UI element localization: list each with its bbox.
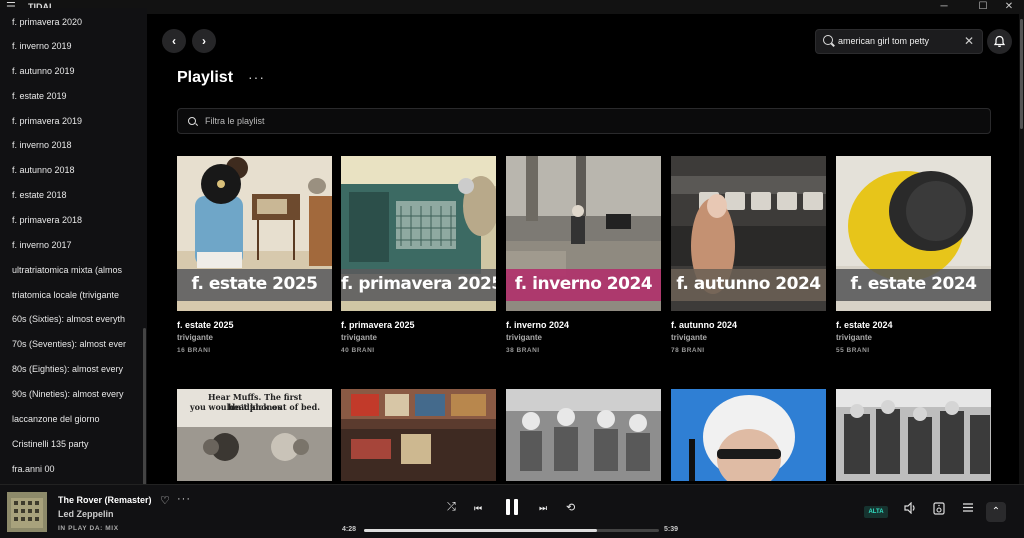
- repeat-icon[interactable]: ⟲: [566, 501, 575, 514]
- cover-title-text: f. estate 2025: [191, 274, 318, 294]
- playlist-owner[interactable]: trivigante: [177, 333, 213, 342]
- search-input[interactable]: american girl tom petty ✕: [815, 29, 983, 54]
- sidebar-playlist-item[interactable]: f. inverno 2018: [12, 139, 140, 151]
- sidebar-playlist-item[interactable]: f. inverno 2019: [12, 40, 140, 52]
- sidebar-playlist-item[interactable]: 80s (Eighties): almost every: [12, 363, 140, 375]
- sidebar-playlist-item[interactable]: f. autunno 2018: [12, 164, 140, 176]
- sidebar-playlist-item[interactable]: f. primavera 2020: [12, 16, 140, 28]
- minimize-button[interactable]: ─: [929, 0, 959, 14]
- previous-track-icon[interactable]: ⏮: [474, 503, 482, 514]
- search-icon: [188, 117, 196, 125]
- search-icon: [823, 35, 833, 45]
- playlist-cover[interactable]: f. autunno 2024: [671, 156, 826, 311]
- sidebar-scrollbar[interactable]: [143, 328, 146, 484]
- sidebar-playlist-item[interactable]: f. inverno 2017: [12, 239, 140, 251]
- playlist-cover[interactable]: f. estate 2025: [177, 156, 332, 311]
- volume-icon[interactable]: [904, 501, 917, 517]
- elapsed-time: 4:28: [342, 526, 357, 533]
- playlist-cover[interactable]: f. inverno 2024: [506, 156, 661, 311]
- clear-search-icon[interactable]: ✕: [964, 34, 974, 48]
- sidebar-playlist-item[interactable]: f. estate 2018: [12, 189, 140, 201]
- expand-player-button[interactable]: ⌃: [986, 502, 1006, 522]
- playlist-owner[interactable]: trivigante: [506, 333, 542, 342]
- playlist-track-count: 55 BRANI: [836, 347, 870, 354]
- playlist-name[interactable]: f. primavera 2025: [341, 320, 415, 330]
- playlist-owner[interactable]: trivigante: [836, 333, 872, 342]
- main-scrollbar-thumb[interactable]: [1020, 19, 1023, 129]
- player-bar: The Rover (Remaster) Led Zeppelin IN PLA…: [0, 484, 1024, 538]
- forward-button[interactable]: ›: [192, 29, 216, 53]
- playlist-cover[interactable]: Hear Muffs. The first headphones you wou…: [177, 389, 332, 481]
- playlist-track-count: 16 BRANI: [177, 347, 211, 354]
- track-title[interactable]: The Rover (Remaster): [58, 495, 152, 505]
- cover-title-text: f. estate 2024: [850, 274, 977, 294]
- track-options-button[interactable]: ···: [177, 493, 191, 505]
- playlist-name[interactable]: f. inverno 2024: [506, 320, 569, 330]
- quality-badge[interactable]: ALTA: [864, 506, 888, 518]
- filter-playlists-input[interactable]: Filtra le playlist: [177, 108, 991, 134]
- cast-icon[interactable]: [933, 502, 945, 518]
- cover-title-text: f. primavera 2025: [341, 274, 496, 294]
- heart-icon[interactable]: ♡: [160, 494, 170, 507]
- playlist-cover[interactable]: f. estate 2024: [836, 156, 991, 311]
- page-title: Playlist: [177, 69, 234, 86]
- back-button[interactable]: ‹: [162, 29, 186, 53]
- bell-icon: [993, 35, 1006, 47]
- playlist-owner[interactable]: trivigante: [341, 333, 377, 342]
- sidebar-playlist-item[interactable]: f. estate 2019: [12, 90, 140, 102]
- title-bar: ☰ TIDAL ─ ☐ ✕: [0, 0, 1024, 14]
- playlist-cover[interactable]: [836, 389, 991, 481]
- sidebar-playlist-item[interactable]: 60s (Sixties): almost everyth: [12, 313, 140, 325]
- progress-bar[interactable]: [364, 529, 659, 532]
- playlist-name[interactable]: f. autunno 2024: [671, 320, 737, 330]
- queue-icon[interactable]: [962, 502, 974, 516]
- sidebar-playlist-item[interactable]: laccanzone del giorno: [12, 413, 140, 425]
- sidebar-playlist-item[interactable]: Cristinelli 135 party: [12, 438, 140, 450]
- total-time: 5:39: [664, 526, 679, 533]
- sidebar-playlist-item[interactable]: f. primavera 2018: [12, 214, 140, 226]
- sidebar-playlist-item[interactable]: f. primavera 2019: [12, 115, 140, 127]
- playlist-cover[interactable]: [671, 389, 826, 481]
- filter-placeholder: Filtra le playlist: [205, 116, 265, 126]
- track-artist[interactable]: Led Zeppelin: [58, 509, 114, 519]
- page-options-button[interactable]: ···: [248, 69, 265, 85]
- progress-fill: [364, 529, 598, 532]
- search-input-value[interactable]: american girl tom petty: [838, 36, 929, 46]
- playlist-name[interactable]: f. estate 2025: [177, 320, 234, 330]
- playlist-track-count: 40 BRANI: [341, 347, 375, 354]
- album-art[interactable]: [7, 492, 47, 532]
- playlist-track-count: 78 BRANI: [671, 347, 705, 354]
- playlist-track-count: 38 BRANI: [506, 347, 540, 354]
- sidebar-playlist-item[interactable]: f. autunno 2019: [12, 65, 140, 77]
- sidebar-playlist-item[interactable]: ultratriatomica mixta (almos: [12, 264, 140, 276]
- playlist-cover[interactable]: [506, 389, 661, 481]
- sidebar-playlist-item[interactable]: 90s (Nineties): almost every: [12, 388, 140, 400]
- cover-ad-line: you wouldn't kick out of bed.: [189, 402, 321, 412]
- playlist-cover[interactable]: [341, 389, 496, 481]
- playing-from[interactable]: IN PLAY DA: MIX: [58, 525, 119, 532]
- main-scrollbar[interactable]: [1019, 14, 1024, 484]
- cover-title-text: f. autunno 2024: [676, 274, 821, 294]
- shuffle-icon[interactable]: ⤮: [447, 501, 456, 514]
- sidebar-playlist-item[interactable]: fra.anni 00: [12, 463, 140, 475]
- main-content: ‹ › american girl tom petty ✕ Playlist ·…: [147, 14, 1024, 484]
- cover-title-text: f. inverno 2024: [514, 274, 653, 294]
- close-window-button[interactable]: ✕: [994, 0, 1024, 14]
- sidebar-playlist-item[interactable]: 70s (Seventies): almost ever: [12, 338, 140, 350]
- pause-icon[interactable]: [505, 499, 519, 515]
- playlist-name[interactable]: f. estate 2024: [836, 320, 893, 330]
- notifications-button[interactable]: [987, 29, 1012, 54]
- playlist-owner[interactable]: trivigante: [671, 333, 707, 342]
- playlist-cover[interactable]: f. primavera 2025: [341, 156, 496, 311]
- next-track-icon[interactable]: ⏭: [539, 503, 547, 514]
- sidebar: f. primavera 2020 f. inverno 2019 f. aut…: [0, 8, 147, 484]
- sidebar-playlist-item[interactable]: triatomica locale (trivigante: [12, 289, 140, 301]
